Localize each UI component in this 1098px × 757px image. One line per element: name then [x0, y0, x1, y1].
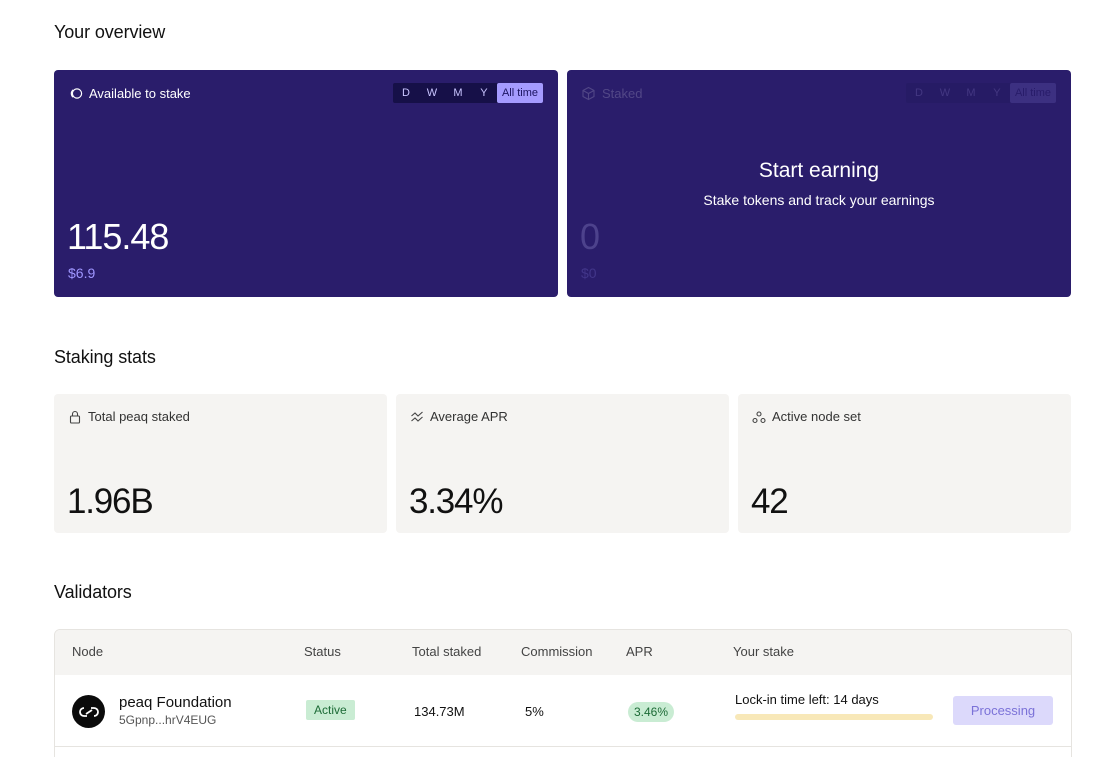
table-row[interactable]: peaq Foundation 5Gpnp...hrV4EUG Active 1… [55, 675, 1071, 747]
lock-icon [68, 410, 82, 424]
available-range-selector: D W M Y All time [392, 83, 543, 103]
stat-value: 3.34% [409, 482, 503, 521]
overview-title: Your overview [54, 22, 166, 42]
column-header-commission[interactable]: Commission [521, 644, 593, 659]
range-month-button[interactable]: M [445, 83, 471, 103]
staked-usd-value: $0 [581, 265, 597, 281]
staked-card-header: Staked [581, 86, 642, 101]
stat-label: Average APR [430, 409, 508, 424]
peaq-logo-icon [72, 695, 105, 728]
lock-in-progress-bar [735, 714, 933, 720]
table-header: Node Status Total staked Commission APR … [55, 630, 1071, 675]
available-card-header: Available to stake [68, 86, 191, 101]
range-day-button[interactable]: D [393, 83, 419, 103]
commission-value: 5% [525, 704, 544, 719]
stat-card-active-node-set: Active node set 42 [738, 394, 1071, 533]
available-label: Available to stake [89, 86, 191, 101]
available-amount: 115.48 [67, 216, 169, 257]
staked-range-all-time-button: All time [1009, 83, 1056, 103]
validators-title: Validators [54, 582, 132, 602]
staked-label: Staked [602, 86, 643, 101]
node-name[interactable]: peaq Foundation [119, 694, 232, 711]
stat-label-row: Total peaq staked [68, 409, 190, 424]
validators-table: Node Status Total staked Commission APR … [54, 629, 1072, 757]
range-year-button[interactable]: Y [471, 83, 497, 103]
total-staked-value: 134.73M [414, 704, 465, 719]
column-header-node[interactable]: Node [72, 644, 103, 659]
stat-card-total-staked: Total peaq staked 1.96B [54, 394, 387, 533]
column-header-total-staked[interactable]: Total staked [412, 644, 481, 659]
processing-button[interactable]: Processing [953, 696, 1053, 725]
staked-amount: 0 [580, 216, 600, 257]
stat-label: Total peaq staked [88, 409, 190, 424]
range-week-button[interactable]: W [419, 83, 445, 103]
status-badge: Active [306, 700, 355, 720]
available-to-stake-card: Available to stake D W M Y All time 115.… [54, 70, 558, 297]
stat-label: Active node set [772, 409, 861, 424]
stat-label-row: Average APR [410, 409, 508, 424]
stat-value: 42 [751, 482, 789, 521]
trend-icon [410, 410, 424, 424]
staked-card: Staked D W M Y All time 0 $0 Start earni… [567, 70, 1071, 297]
staked-range-month-button: M [966, 87, 976, 99]
start-earning-title: Start earning [758, 159, 880, 182]
staked-range-selector: D W M Y All time [905, 83, 1056, 103]
node-address: 5Gpnp...hrV4EUG [119, 713, 217, 727]
stat-label-row: Active node set [752, 409, 861, 424]
staked-range-year-button: Y [993, 87, 1001, 99]
range-all-time-button[interactable]: All time [496, 83, 543, 103]
staked-range-day-button: D [914, 87, 923, 99]
staking-stats-title: Staking stats [54, 347, 156, 367]
lock-in-time-text: Lock-in time left: 14 days [735, 692, 879, 707]
cube-icon [581, 86, 596, 101]
stat-value: 1.96B [67, 482, 154, 521]
column-header-apr[interactable]: APR [626, 644, 653, 659]
staked-range-week-button: W [939, 87, 951, 99]
apr-badge: 3.46% [628, 702, 675, 722]
nodes-icon [752, 410, 766, 424]
column-header-your-stake[interactable]: Your stake [733, 644, 794, 659]
coins-icon [68, 86, 83, 101]
stat-card-average-apr: Average APR 3.34% [396, 394, 729, 533]
available-usd-value: $6.9 [68, 265, 96, 281]
column-header-status[interactable]: Status [304, 644, 341, 659]
start-earning-subtitle: Stake tokens and track your earnings [703, 192, 935, 208]
